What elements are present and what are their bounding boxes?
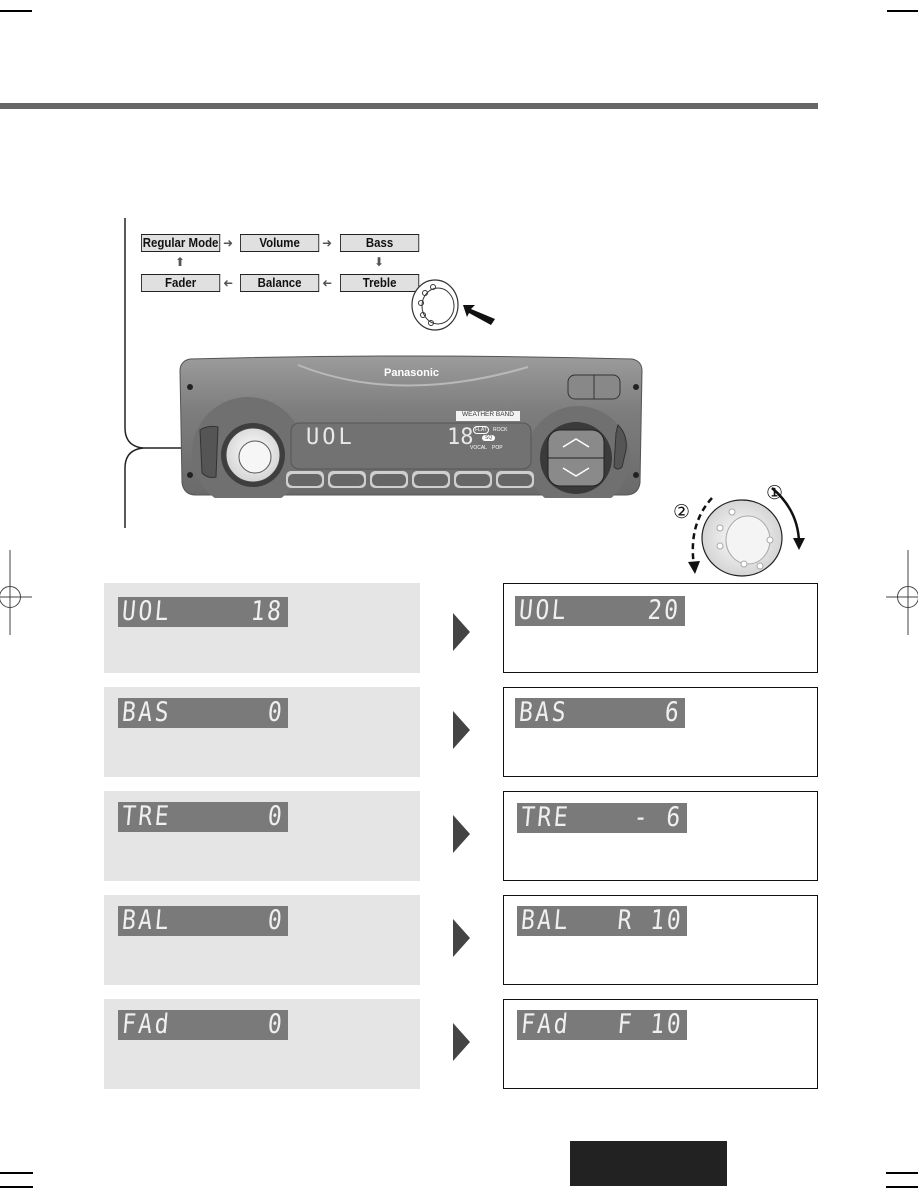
eq-center-sq: SQ <box>482 435 496 441</box>
crop-mark-bottom-left-2 <box>0 1186 33 1188</box>
eq-label-pop: POP <box>492 445 503 451</box>
setting-before-panel-bass: BAS 0 <box>104 687 420 777</box>
crop-mark-bottom-right <box>886 1172 918 1174</box>
lcd-display: BAS 6 <box>515 697 685 728</box>
lcd-value: 18 <box>249 596 286 627</box>
lcd-display: BAL 0 <box>118 905 288 936</box>
lcd-label: BAS <box>517 697 570 728</box>
header-rule <box>0 103 818 109</box>
step-1-marker: ① <box>766 483 784 504</box>
lcd-display: UOL 18 <box>118 596 288 627</box>
eq-label-vocal: VOCAL <box>470 445 487 451</box>
lcd-label: FAd <box>519 1009 572 1040</box>
setting-before-panel-fader: FAd 0 <box>104 999 420 1089</box>
crop-mark-bottom-right-2 <box>886 1186 918 1188</box>
lcd-label: BAL <box>120 905 173 936</box>
lcd-label: TRE <box>519 802 572 833</box>
setting-after-panel-balance: BAL R 10 <box>503 895 818 985</box>
arrow-right-icon <box>453 815 470 853</box>
lcd-display: TRE - 6 <box>517 802 687 833</box>
setting-after-panel-fader: FAd F 10 <box>503 999 818 1089</box>
setting-after-panel-bass: BAS 6 <box>503 687 818 777</box>
lcd-label: UOL <box>120 596 173 627</box>
flow-box-fader: Fader <box>141 274 221 292</box>
setting-before-panel-balance: BAL 0 <box>104 895 420 985</box>
lcd-label: BAL <box>519 905 572 936</box>
lcd-label: UOL <box>517 595 570 626</box>
flow-box-volume: Volume <box>240 234 320 252</box>
arrow-right-icon <box>453 711 470 749</box>
flow-box-balance: Balance <box>240 274 320 292</box>
arrow-left-icon: ➜ <box>223 276 234 290</box>
arrow-right-icon <box>453 1023 470 1061</box>
lcd-value: 20 <box>646 595 683 626</box>
lcd-display: BAL R 10 <box>517 905 687 936</box>
lcd-label: TRE <box>120 801 173 832</box>
lcd-label: BAS <box>120 697 173 728</box>
lcd-display: TRE 0 <box>118 801 288 832</box>
arrow-left-icon: ➜ <box>322 276 333 290</box>
lcd-display: UOL 20 <box>515 595 685 626</box>
flow-box-bass: Bass <box>340 234 420 252</box>
footer-language-tab <box>570 1141 727 1186</box>
arrow-up-icon: ⬆ <box>175 255 186 269</box>
lcd-value: 0 <box>266 1009 286 1040</box>
crop-mark-top-left <box>0 10 32 12</box>
arrow-right-icon <box>453 613 470 651</box>
eq-label-rock: ROCK <box>493 427 508 433</box>
eq-label-flat: FLAT <box>473 426 489 434</box>
lcd-display: FAd 0 <box>118 1009 288 1040</box>
knob-press-icon <box>411 279 495 331</box>
lcd-display: BAS 0 <box>118 697 288 728</box>
setting-after-panel-volume: UOL 20 <box>503 583 818 673</box>
setting-before-panel-treble: TRE 0 <box>104 791 420 881</box>
setting-before-panel-volume: UOL 18 <box>104 583 420 673</box>
lcd-value: 0 <box>266 697 286 728</box>
flow-box-regular-mode: Regular Mode <box>141 234 221 252</box>
lcd-value: 0 <box>266 905 286 936</box>
lcd-value: F 10 <box>616 1009 685 1040</box>
arrow-right-icon <box>453 919 470 957</box>
lcd-display: FAd F 10 <box>517 1009 687 1040</box>
crop-mark-top-right <box>887 10 918 12</box>
lcd-value: R 10 <box>616 905 685 936</box>
setting-after-panel-treble: TRE - 6 <box>503 791 818 881</box>
arrow-right-icon: ➜ <box>223 236 234 250</box>
lcd-value: 0 <box>266 801 286 832</box>
registration-mark-left <box>0 550 32 635</box>
registration-mark-right <box>886 550 918 635</box>
radio-display-mode: UOL <box>306 425 355 450</box>
lcd-value: 6 <box>663 697 683 728</box>
weather-band-label: WEATHER BAND <box>462 411 514 418</box>
step-2-marker: ② <box>673 502 691 523</box>
arrow-right-icon: ➜ <box>322 236 333 250</box>
arrow-down-icon: ⬇ <box>374 255 385 269</box>
lcd-value: - 6 <box>632 802 685 833</box>
rotary-knob-direction-icon <box>688 487 805 577</box>
lcd-label: FAd <box>120 1009 173 1040</box>
crop-mark-bottom-left <box>0 1172 33 1174</box>
radio-brand-logo: Panasonic <box>384 367 440 379</box>
